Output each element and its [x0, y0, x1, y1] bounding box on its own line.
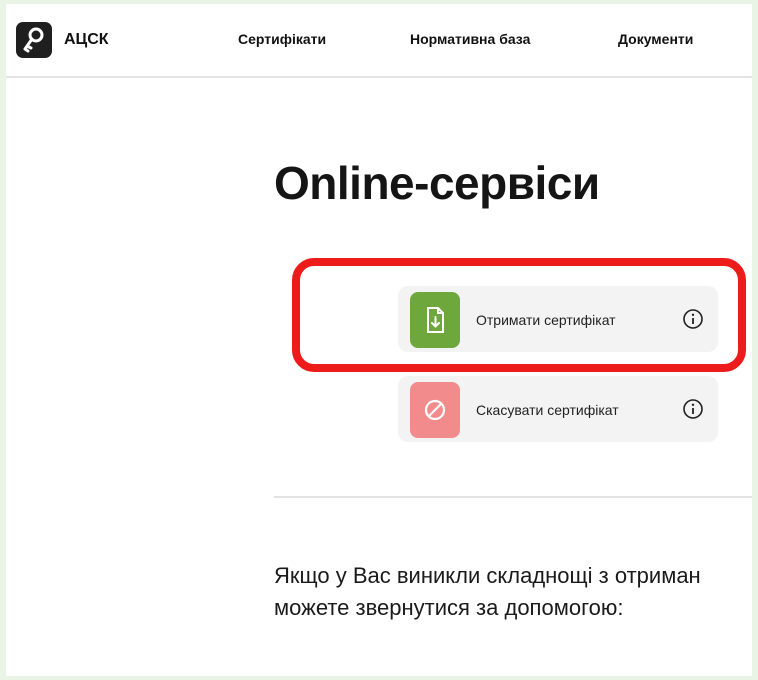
- section-divider: [274, 496, 752, 498]
- document-download-icon: [410, 292, 460, 348]
- nav-regulatory-base[interactable]: Нормативна база: [410, 31, 530, 47]
- revoke-certificate-label: Скасувати сертифікат: [476, 402, 619, 418]
- help-text-line-1: Якщо у Вас виникли складнощі з отриман: [274, 563, 701, 588]
- get-certificate-label: Отримати сертифікат: [476, 312, 616, 328]
- nav-certificates[interactable]: Сертифікати: [238, 31, 326, 47]
- revoke-certificate-button[interactable]: Скасувати сертифікат: [398, 376, 718, 442]
- help-text-line-2: можете звернутися за допомогою:: [274, 595, 624, 620]
- logo-icon[interactable]: [16, 22, 52, 58]
- nav-documents[interactable]: Документи: [618, 31, 693, 47]
- info-icon[interactable]: [682, 308, 704, 330]
- get-certificate-button[interactable]: Отримати сертифікат: [398, 286, 718, 352]
- page-title: Online-сервіси: [274, 157, 600, 209]
- site-header: АЦСК Сертифікати Нормативна база Докумен…: [6, 4, 752, 78]
- logo-text[interactable]: АЦСК: [64, 31, 109, 49]
- cancel-icon: [410, 382, 460, 438]
- info-icon[interactable]: [682, 398, 704, 420]
- help-text: Якщо у Вас виникли складнощі з отриман м…: [274, 560, 752, 624]
- page: АЦСК Сертифікати Нормативна база Докумен…: [6, 4, 752, 676]
